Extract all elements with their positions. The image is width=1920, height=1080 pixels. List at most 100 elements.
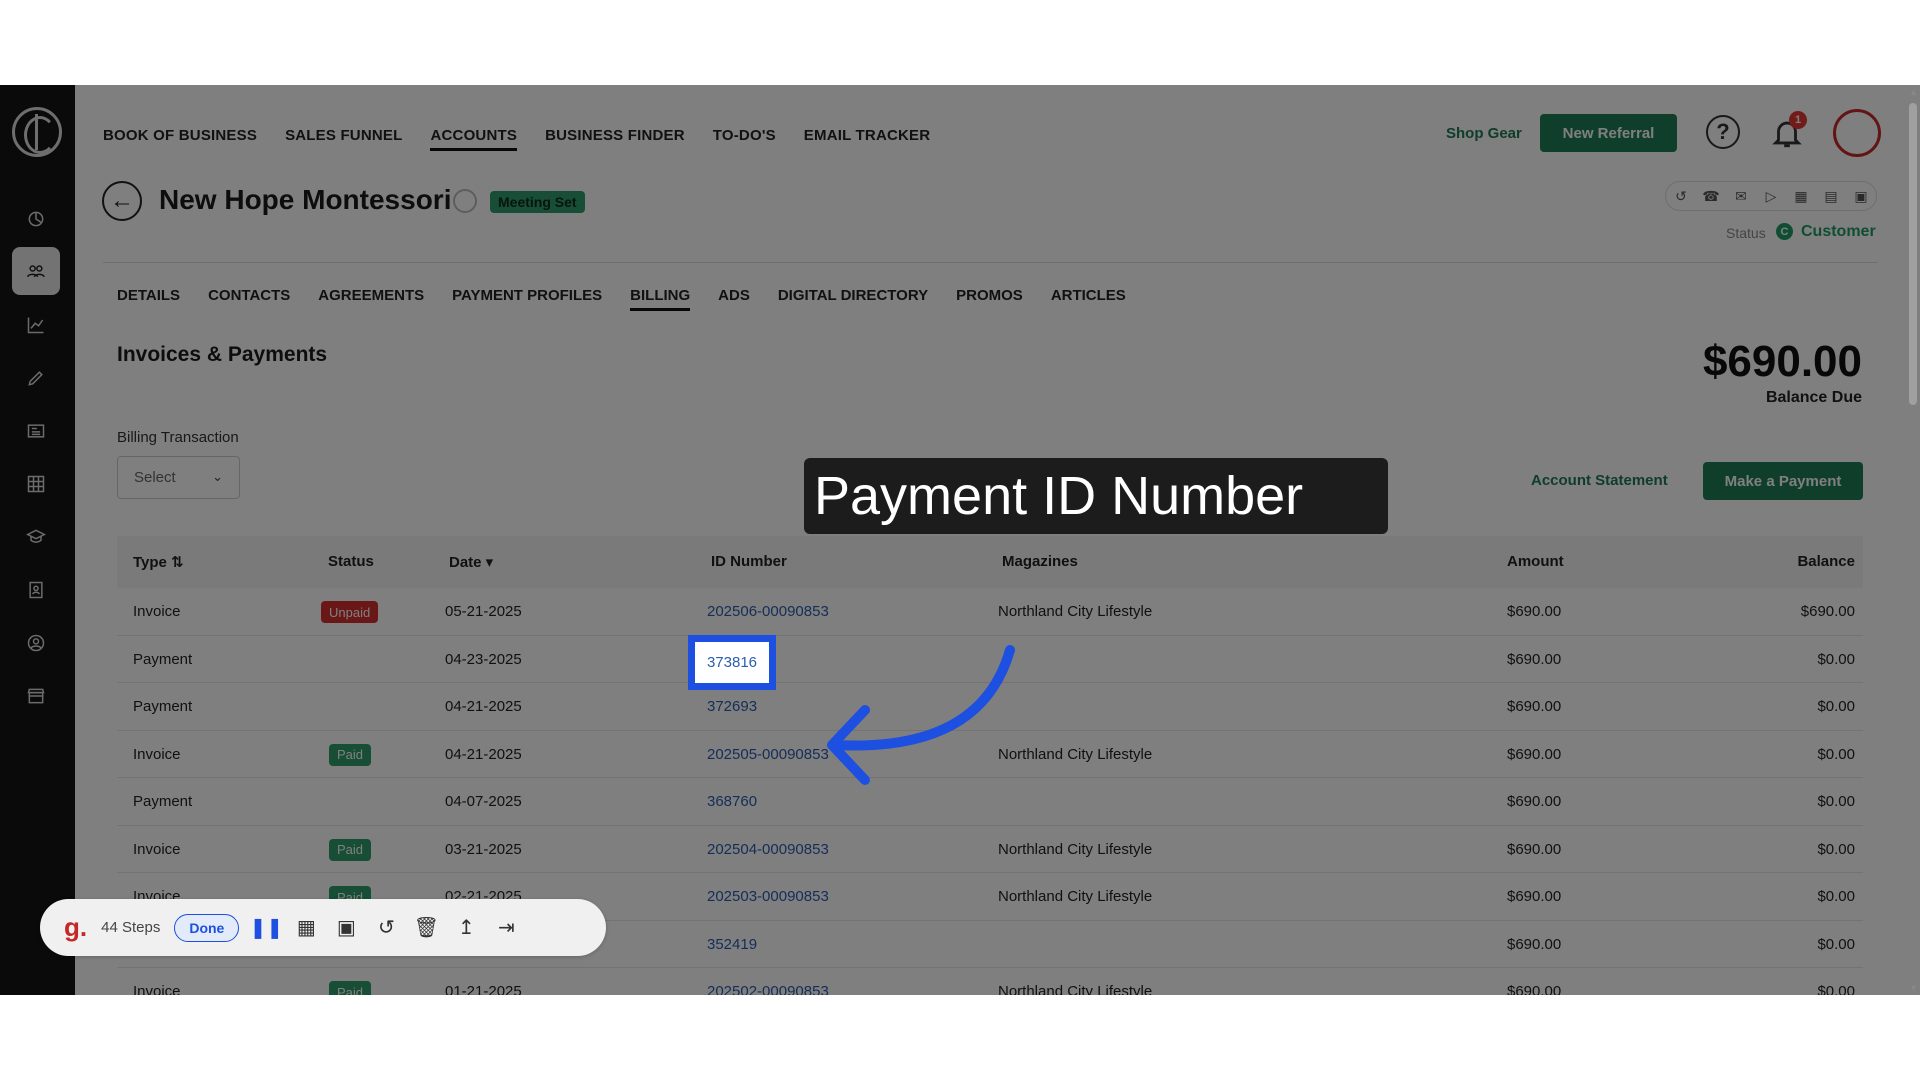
- trash-icon[interactable]: 🗑: [413, 915, 439, 941]
- profile-icon[interactable]: [12, 619, 60, 667]
- row-magazine: Northland City Lifestyle: [998, 603, 1153, 620]
- row-magazine: Northland City Lifestyle: [998, 888, 1153, 905]
- header-date[interactable]: Date ▾: [449, 553, 493, 571]
- tab-promos[interactable]: PROMOS: [956, 287, 1023, 311]
- send-icon[interactable]: ▷: [1762, 187, 1780, 205]
- status-badge: Paid: [329, 981, 372, 995]
- tab-agreements[interactable]: AGREEMENTS: [318, 287, 424, 311]
- recorder-logo: g.: [64, 912, 88, 942]
- tab-billing[interactable]: BILLING: [630, 287, 691, 311]
- calendar-icon[interactable]: ▤: [1822, 187, 1840, 205]
- row-date: 05-21-2025: [445, 603, 522, 620]
- history-icon[interactable]: ↺: [1672, 187, 1690, 205]
- notification-badge: 1: [1789, 111, 1807, 129]
- row-date: 01-21-2025: [445, 983, 522, 995]
- nav-business-finder[interactable]: BUSINESS FINDER: [545, 127, 685, 151]
- upload-icon[interactable]: ↥: [453, 915, 479, 941]
- row-id-link[interactable]: 372693: [707, 698, 757, 715]
- row-id-link[interactable]: 202505-00090853: [707, 746, 829, 763]
- blur-icon[interactable]: ▦: [293, 915, 319, 941]
- row-balance: $0.00: [1817, 983, 1855, 995]
- contact-book-icon[interactable]: [12, 566, 60, 614]
- row-type: Invoice: [133, 745, 181, 763]
- row-id-link[interactable]: 352419: [707, 936, 757, 953]
- header-type[interactable]: Type ⇅: [133, 553, 184, 571]
- dashboard-icon[interactable]: [12, 195, 60, 243]
- new-referral-button[interactable]: New Referral: [1540, 114, 1677, 152]
- nav-sales-funnel[interactable]: SALES FUNNEL: [285, 127, 402, 151]
- header-balance: Balance: [1797, 553, 1855, 570]
- avatar[interactable]: [1833, 109, 1881, 157]
- nav-accounts[interactable]: ACCOUNTS: [430, 127, 518, 151]
- row-id-link[interactable]: 202503-00090853: [707, 888, 829, 905]
- status-badge: Paid: [329, 838, 372, 861]
- tab-digital-directory[interactable]: DIGITAL DIRECTORY: [778, 287, 928, 311]
- row-type: Payment: [133, 698, 193, 715]
- help-icon[interactable]: ?: [1706, 115, 1740, 149]
- pause-icon[interactable]: ❚❚: [250, 915, 284, 941]
- undo-icon[interactable]: ↺: [373, 915, 399, 941]
- row-id-link[interactable]: 368760: [707, 793, 757, 810]
- table-row[interactable]: Invoice 05-21-2025 202506-00090853 Northlan…: [117, 588, 1863, 636]
- grid-icon[interactable]: [12, 460, 60, 508]
- section-title: Invoices & Payments: [117, 343, 328, 366]
- pencil-icon[interactable]: [12, 354, 60, 402]
- tab-payment-profiles[interactable]: PAYMENT PROFILES: [452, 287, 602, 311]
- document-icon[interactable]: ▣: [1852, 187, 1870, 205]
- row-date: 04-21-2025: [445, 698, 522, 715]
- row-id-link[interactable]: 202502-00090853: [707, 983, 829, 995]
- status-badge: Paid: [329, 743, 372, 766]
- row-amount: $690.00: [1507, 603, 1562, 620]
- row-magazine: Northland City Lifestyle: [998, 745, 1153, 763]
- header-status: Status: [328, 553, 374, 570]
- row-balance: $0.00: [1817, 698, 1855, 715]
- education-icon[interactable]: [12, 513, 60, 561]
- row-balance: $0.00: [1817, 888, 1855, 905]
- account-statement-link[interactable]: Account Statement: [1531, 472, 1668, 489]
- sidebar: [0, 85, 75, 995]
- customer-status-icon: C: [1776, 223, 1793, 240]
- phone-icon[interactable]: ☎: [1702, 187, 1720, 205]
- accounts-icon[interactable]: [12, 247, 60, 295]
- store-icon[interactable]: [12, 672, 60, 720]
- nav-todos[interactable]: TO-DO'S: [713, 127, 776, 151]
- analytics-icon[interactable]: [12, 301, 60, 349]
- shop-gear-link[interactable]: Shop Gear: [1446, 125, 1522, 142]
- scroll-up-icon[interactable]: ▲: [1909, 87, 1918, 97]
- row-date: 04-07-2025: [445, 793, 522, 810]
- image-icon[interactable]: ▣: [333, 915, 359, 941]
- row-balance: $0.00: [1817, 745, 1855, 763]
- scroll-down-icon[interactable]: ▼: [1909, 983, 1918, 993]
- billing-transaction-select[interactable]: Select ⌄: [117, 456, 240, 499]
- row-balance: $0.00: [1817, 793, 1855, 810]
- table-row[interactable]: Invoice 01-21-2025 202502-00090853 Northlan…: [117, 968, 1863, 995]
- row-id-link[interactable]: 202506-00090853: [707, 603, 829, 620]
- mail-icon[interactable]: ✉: [1732, 187, 1750, 205]
- logo-icon[interactable]: [12, 107, 62, 157]
- skip-icon[interactable]: ⇥: [493, 915, 519, 941]
- newspaper-icon[interactable]: [12, 407, 60, 455]
- row-balance: $0.00: [1817, 935, 1855, 953]
- page-title: New Hope Montessori: [159, 184, 452, 215]
- tab-contacts[interactable]: CONTACTS: [208, 287, 290, 311]
- tab-articles[interactable]: ARTICLES: [1051, 287, 1126, 311]
- table-row[interactable]: Invoice 03-21-2025 202504-00090853 Northlan…: [117, 826, 1863, 873]
- app-window: BOOK OF BUSINESS SALES FUNNEL ACCOUNTS B…: [0, 85, 1920, 995]
- make-payment-button[interactable]: Make a Payment: [1703, 462, 1863, 500]
- nav-email-tracker[interactable]: EMAIL TRACKER: [804, 127, 931, 151]
- row-type: Invoice: [133, 840, 181, 858]
- tab-details[interactable]: DETAILS: [117, 287, 180, 311]
- nav-book-of-business[interactable]: BOOK OF BUSINESS: [103, 127, 257, 151]
- done-button[interactable]: Done: [174, 913, 240, 942]
- scrollbar[interactable]: ▲ ▼: [1906, 85, 1920, 995]
- header-amount: Amount: [1507, 553, 1564, 570]
- store-icon[interactable]: ▦: [1792, 187, 1810, 205]
- tab-ads[interactable]: ADS: [718, 287, 750, 311]
- scrollbar-thumb[interactable]: [1909, 103, 1917, 405]
- row-amount: $690.00: [1507, 840, 1562, 858]
- row-id-link[interactable]: 202504-00090853: [707, 841, 829, 858]
- highlighted-payment-id[interactable]: 373816: [688, 635, 776, 690]
- row-amount: $690.00: [1507, 983, 1562, 995]
- back-arrow-icon[interactable]: ←: [102, 181, 142, 221]
- account-tabs: DETAILS CONTACTS AGREEMENTS PAYMENT PROF…: [117, 287, 1126, 311]
